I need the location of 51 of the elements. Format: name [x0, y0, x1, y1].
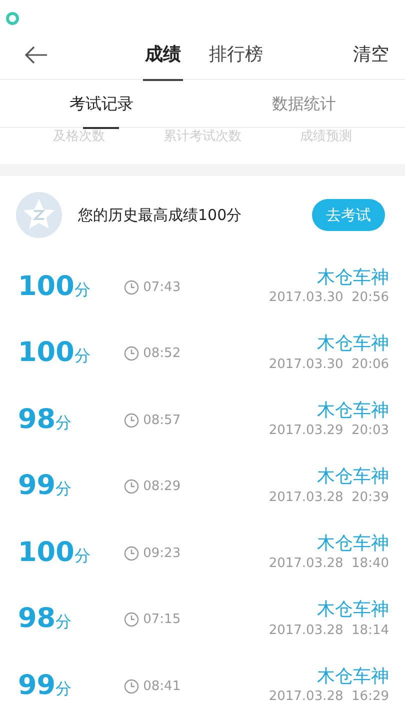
- duration-text: 09:23: [143, 544, 181, 562]
- score-unit: 分: [56, 478, 72, 500]
- user-name: 木仓车神: [317, 400, 389, 422]
- score-unit: 分: [56, 678, 72, 700]
- duration-text: 08:52: [143, 345, 181, 363]
- duration-text: 07:15: [143, 611, 181, 629]
- duration-text: 08:29: [143, 478, 181, 496]
- clock-icon: [124, 412, 140, 428]
- record-datetime: 2017.03.28 18:40: [268, 555, 389, 574]
- score-value: 100: [18, 272, 74, 300]
- clock-icon: [124, 678, 140, 694]
- duration-text: 07:43: [143, 278, 181, 296]
- record-datetime: 2017.03.28 18:14: [268, 622, 389, 640]
- back-arrow-icon[interactable]: [24, 46, 48, 64]
- record-datetime: 2017.03.30 20:56: [268, 289, 389, 308]
- record-datetime: 2017.03.29 20:03: [268, 422, 389, 440]
- score-unit: 分: [56, 611, 72, 634]
- header-tab[interactable]: 排行榜: [207, 30, 265, 80]
- score-value: 98: [18, 406, 56, 433]
- score-value: 99: [18, 672, 56, 699]
- user-name: 木仓车神: [317, 666, 389, 688]
- record-datetime: 2017.03.28 16:29: [268, 688, 389, 706]
- clock-icon: [124, 546, 140, 561]
- clock-icon: [124, 479, 140, 494]
- notification-icon: [6, 12, 19, 26]
- sub-tab[interactable]: 数据统计: [202, 80, 405, 128]
- sub-tab[interactable]: 考试记录: [0, 80, 202, 128]
- score-unit: 分: [74, 278, 90, 301]
- record-datetime: 2017.03.28 20:39: [268, 488, 389, 507]
- user-name: 木仓车神: [317, 532, 389, 554]
- score-value: 98: [18, 605, 56, 632]
- clear-button[interactable]: 清空: [353, 41, 389, 68]
- score-unit: 分: [56, 412, 72, 434]
- user-name: 木仓车神: [317, 466, 389, 488]
- clock-icon: [124, 346, 140, 362]
- user-name: 木仓车神: [317, 599, 389, 621]
- clock-icon: [124, 612, 140, 628]
- best-score-text: 您的历史最高成绩100分: [78, 204, 242, 226]
- duration-text: 08:57: [143, 412, 181, 430]
- clock-icon: [124, 280, 140, 295]
- score-value: 99: [18, 472, 56, 500]
- score-value: 100: [18, 339, 74, 366]
- header-tab[interactable]: 成绩: [143, 30, 183, 80]
- score-unit: 分: [74, 345, 90, 368]
- duration-text: 08:41: [143, 678, 181, 696]
- avatar-icon: [16, 192, 62, 238]
- user-name: 木仓车神: [317, 266, 389, 288]
- record-datetime: 2017.03.30 20:06: [268, 356, 389, 374]
- score-value: 100: [18, 538, 74, 566]
- user-name: 木仓车神: [317, 333, 389, 355]
- score-unit: 分: [74, 544, 90, 567]
